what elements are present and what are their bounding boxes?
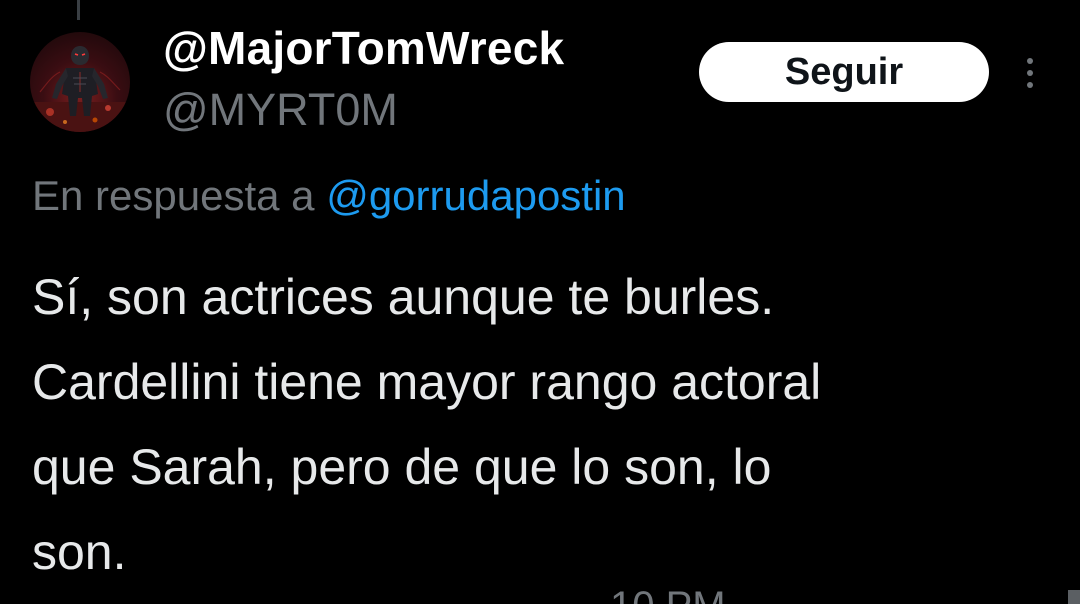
tweet-timestamp-text: 10 PM [610, 588, 750, 604]
follow-button[interactable]: Seguir [699, 42, 989, 102]
tweet-text: Sí, son actrices aunque te burles. Carde… [32, 255, 1052, 595]
tweet-text-line: que Sarah, pero de que lo son, lo [32, 439, 772, 495]
more-vertical-icon[interactable] [1016, 52, 1044, 94]
more-dot [1027, 58, 1033, 64]
display-name[interactable]: @MajorTomWreck [163, 21, 564, 75]
thread-connector-line [77, 0, 80, 20]
user-handle[interactable]: @MYRT0M [163, 84, 398, 136]
tweet-timestamp[interactable]: 10 PM [610, 588, 750, 604]
more-dot [1027, 82, 1033, 88]
avatar[interactable] [30, 32, 130, 132]
more-dot [1027, 70, 1033, 76]
tweet-text-line: son. [32, 524, 127, 580]
tweet-text-line: Cardellini tiene mayor rango actoral [32, 354, 822, 410]
avatar-figure-icon [30, 46, 130, 132]
scrollbar-thumb[interactable] [1068, 590, 1080, 604]
reply-mention-link[interactable]: @gorrudapostin [326, 172, 625, 219]
reply-prefix: En respuesta a [32, 172, 327, 219]
tweet-text-line: Sí, son actrices aunque te burles. [32, 269, 775, 325]
reply-context: En respuesta a @gorrudapostin [32, 172, 626, 220]
